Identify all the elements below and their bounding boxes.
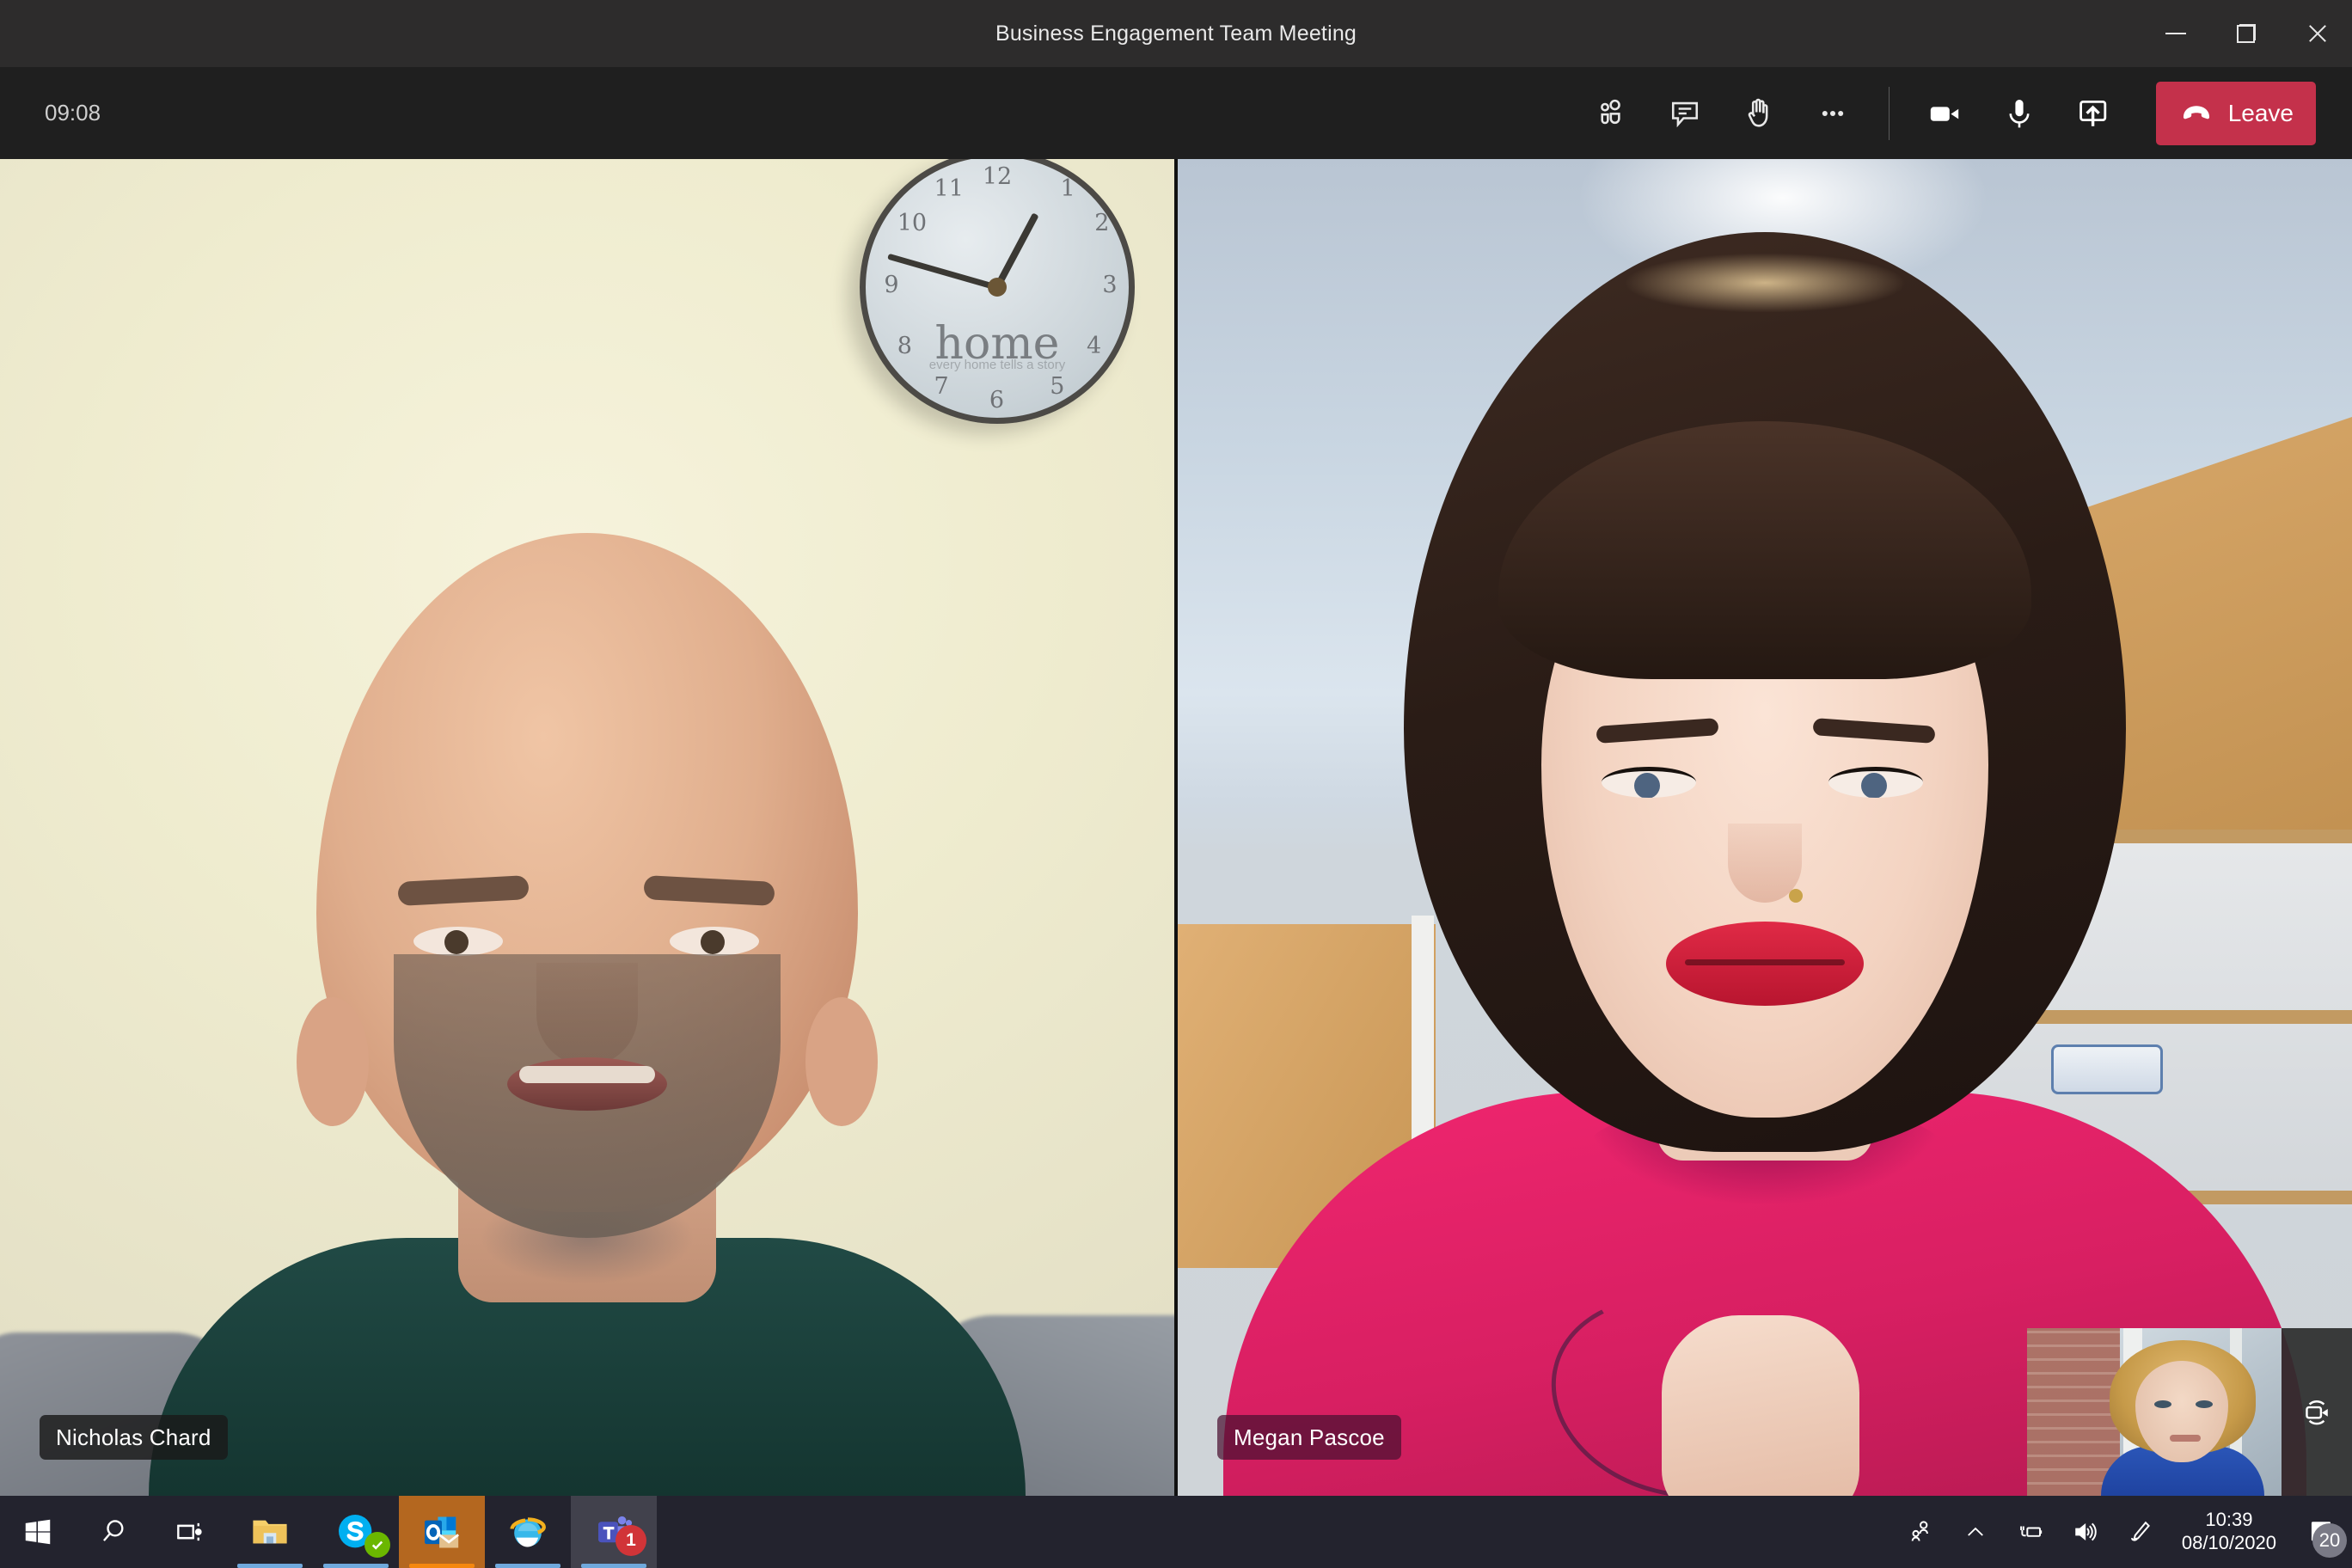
microphone-icon [2009,99,2030,127]
clock-number: 8 [897,333,912,359]
system-tray: 10:39 08/10/2020 20 [1893,1496,2352,1568]
tray-people-button[interactable] [1893,1496,1948,1568]
raise-hand-icon [1748,98,1768,127]
participant-name-label: Nicholas Chard [56,1424,211,1450]
participant-tile-nicholas-chard[interactable]: 12 1 2 3 4 5 6 7 8 9 10 11 home every ho… [0,159,1174,1496]
teams-notification-badge: 1 [616,1525,646,1556]
switch-camera-icon [2306,1400,2328,1424]
taskbar-item-start[interactable] [0,1496,76,1568]
taskbar-item-microsoft-teams[interactable]: 1 [571,1496,657,1568]
microphone-toggle-button[interactable] [1982,77,2056,150]
tray-notification-center-button[interactable]: 20 [2290,1496,2352,1568]
leave-button-label: Leave [2227,99,2294,126]
tray-clock[interactable]: 10:39 08/10/2020 [2168,1496,2290,1568]
participant-tile-megan-pascoe[interactable]: Megan Pascoe [1178,159,2352,1496]
clock-number: 1 [1060,175,1075,202]
clock-number: 11 [934,175,964,202]
clock-number: 4 [1087,333,1102,359]
restore-icon [2237,24,2256,43]
notification-count-badge: 20 [2312,1523,2347,1558]
clock-minute-hand [887,253,998,291]
tray-volume-button[interactable] [2058,1496,2113,1568]
taskbar-item-outlook[interactable] [399,1496,485,1568]
search-icon [103,1520,124,1541]
self-view-video [2027,1328,2282,1496]
restore-button[interactable] [2211,0,2282,67]
close-button[interactable] [2282,0,2352,67]
clock-center-pin [988,278,1007,297]
meeting-timer: 09:08 [45,100,101,126]
leave-button[interactable]: Leave [2155,81,2316,145]
camera-toggle-button[interactable] [1908,77,1982,150]
more-actions-button[interactable] [1796,77,1870,150]
minimize-button[interactable] [2141,0,2211,67]
show-conversation-button[interactable] [1648,77,1722,150]
clock-number: 7 [934,373,949,400]
ellipsis-icon [1822,110,1843,116]
hang-up-icon [2183,105,2209,119]
clock-tagline: every home tells a story [928,358,1066,373]
taskbar-item-task-view[interactable] [151,1496,227,1568]
participant-name-badge: Megan Pascoe [1217,1415,1401,1460]
window-controls [2141,0,2352,67]
clock-number: 12 [982,163,1013,190]
window-title: Business Engagement Team Meeting [995,21,1357,46]
people-icon [1600,99,1620,124]
raise-hand-button[interactable] [1722,77,1796,150]
battery-charging-icon [2019,1526,2043,1537]
close-icon [2306,23,2327,44]
clock-number: 10 [897,210,928,236]
show-participants-button[interactable] [1574,77,1648,150]
meeting-toolbar: 09:08 Leave [0,67,2352,159]
window-title-bar: Business Engagement Team Meeting [0,0,2352,67]
minimize-icon [2165,33,2186,34]
taskbar-item-internet-explorer[interactable] [485,1496,571,1568]
decorative-plate [2051,1044,2163,1094]
pen-icon [2130,1521,2150,1541]
tray-pen-button[interactable] [2113,1496,2168,1568]
check-icon [371,1540,383,1550]
windows-taskbar: 1 10:39 08/10/2020 20 [0,1496,2352,1568]
clock-number: 6 [989,387,1004,413]
self-view-container[interactable] [2027,1328,2352,1496]
chat-icon [1671,101,1698,127]
people-icon [1911,1521,1928,1541]
windows-logo-icon [25,1519,51,1545]
participant-name-badge: Nicholas Chard [40,1415,228,1460]
outlook-icon [425,1516,459,1548]
task-view-icon [177,1522,202,1541]
clock-number: 9 [884,272,899,298]
clock-number: 2 [1094,210,1110,236]
file-explorer-icon [253,1520,287,1544]
switch-camera-button[interactable] [2282,1328,2352,1496]
participant-name-label: Megan Pascoe [1234,1424,1385,1450]
tray-time: 10:39 [2205,1509,2253,1531]
taskbar-item-search[interactable] [76,1496,151,1568]
share-content-button[interactable] [2056,77,2130,150]
camera-icon [1930,106,1958,121]
taskbar-item-file-explorer[interactable] [227,1496,313,1568]
meeting-controls: Leave [1574,67,2352,159]
share-screen-icon [2079,100,2106,126]
chevron-up-icon [1967,1527,1983,1536]
clock-hour-hand [994,212,1039,289]
volume-icon [2075,1522,2097,1541]
toolbar-divider [1888,86,1890,140]
clock-number: 5 [1050,373,1065,400]
clock-number: 3 [1102,272,1118,298]
taskbar-item-skype[interactable] [313,1496,399,1568]
video-stage: 12 1 2 3 4 5 6 7 8 9 10 11 home every ho… [0,159,2352,1496]
tray-power-button[interactable] [2003,1496,2058,1568]
wall-clock: 12 1 2 3 4 5 6 7 8 9 10 11 home every ho… [860,159,1135,424]
skype-status-badge [364,1532,390,1558]
tray-date: 08/10/2020 [2181,1532,2276,1553]
internet-explorer-icon [510,1517,546,1547]
tray-show-hidden-icons-button[interactable] [1948,1496,2003,1568]
